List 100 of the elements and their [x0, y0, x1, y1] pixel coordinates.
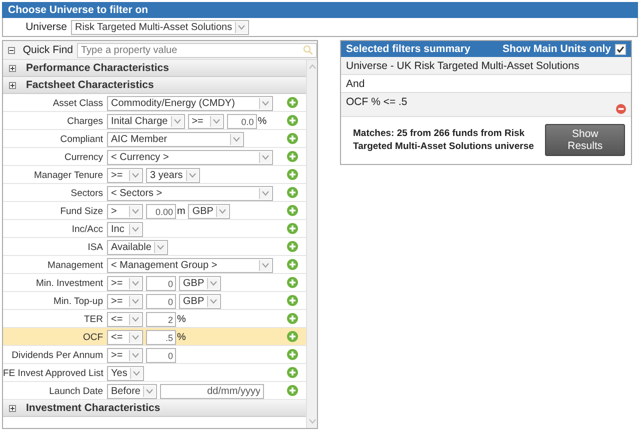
add-filter-icon[interactable]: [287, 385, 298, 396]
number-field[interactable]: .5: [146, 330, 176, 345]
dropdown-caret-icon: [129, 278, 141, 289]
dropdown[interactable]: >=: [107, 294, 143, 309]
scrollbar[interactable]: [306, 60, 317, 428]
dropdown-caret-icon: [235, 22, 248, 32]
filter-label: Fund Size: [59, 205, 104, 218]
quick-find-label: Quick Find: [22, 44, 73, 56]
main-units-label: Show Main Units only: [502, 43, 611, 55]
filter-label: Inc/Acc: [70, 223, 104, 236]
dropdown-caret-icon: [130, 368, 142, 379]
dropdown-caret-icon: [129, 332, 141, 343]
dropdown[interactable]: >: [107, 204, 143, 219]
filter-label: Dividends Per Annum: [10, 349, 104, 362]
collapse-icon[interactable]: [8, 46, 15, 54]
number-field[interactable]: 0: [146, 276, 176, 291]
filter-label: Asset Class: [52, 97, 104, 110]
add-filter-icon[interactable]: [287, 97, 298, 108]
dropdown[interactable]: >=: [107, 348, 143, 363]
dropdown[interactable]: Yes: [107, 366, 144, 381]
dropdown[interactable]: >=: [188, 114, 224, 129]
add-filter-icon[interactable]: [287, 295, 298, 306]
dropdown-caret-icon: [129, 224, 141, 235]
checkbox[interactable]: [615, 44, 626, 54]
remove-filter-icon[interactable]: [616, 104, 626, 114]
dropdown[interactable]: GBP: [179, 276, 222, 291]
dropdown-caret-icon: [186, 170, 198, 181]
show-results-button[interactable]: Show Results: [545, 124, 625, 156]
add-filter-icon[interactable]: [287, 205, 298, 216]
section-header[interactable]: Performance Characteristics: [3, 60, 306, 77]
add-filter-icon[interactable]: [287, 187, 298, 198]
expand-icon[interactable]: [9, 404, 16, 412]
quick-find-field[interactable]: Type a property value: [77, 42, 317, 58]
add-filter-icon[interactable]: [287, 367, 298, 378]
dropdown[interactable]: Before: [107, 384, 158, 399]
unit-label: %: [177, 332, 186, 343]
dropdown-caret-icon: [129, 296, 141, 307]
add-filter-icon[interactable]: [287, 223, 298, 234]
add-filter-icon[interactable]: [287, 241, 298, 252]
dropdown[interactable]: < Sectors >: [107, 186, 273, 201]
filter-summary: OCF % <= .5: [346, 96, 408, 108]
operator-label: And: [346, 78, 365, 90]
add-filter-icon[interactable]: [287, 115, 298, 126]
dropdown-caret-icon: [259, 260, 271, 271]
dropdown[interactable]: AIC Member: [107, 132, 244, 147]
add-filter-icon[interactable]: [287, 349, 298, 360]
dropdown[interactable]: Commodity/Energy (CMDY): [107, 96, 273, 111]
dropdown-caret-icon: [170, 116, 183, 127]
dropdown-caret-icon: [129, 170, 141, 181]
universe-dropdown[interactable]: Risk Targeted Multi-Asset Solutions: [71, 20, 250, 34]
dropdown[interactable]: Inital Charge: [107, 114, 185, 129]
section-header[interactable]: Factsheet Characteristics: [3, 77, 306, 94]
filter-label: Min. Investment: [34, 277, 104, 290]
filter-label: Management: [46, 259, 104, 272]
dropdown[interactable]: GBP: [179, 294, 222, 309]
dropdown[interactable]: <=: [107, 330, 143, 345]
panel-title: Selected filters summary: [346, 43, 470, 55]
dropdown[interactable]: Inc: [107, 222, 143, 237]
dropdown-caret-icon: [259, 188, 271, 199]
add-filter-icon[interactable]: [287, 313, 298, 324]
dropdown-caret-icon: [154, 242, 166, 253]
dropdown-caret-icon: [216, 206, 228, 217]
add-filter-icon[interactable]: [287, 151, 298, 162]
dropdown[interactable]: Available: [107, 240, 168, 255]
add-filter-icon[interactable]: [287, 259, 298, 270]
section-header[interactable]: Investment Characteristics: [3, 400, 306, 417]
dropdown-caret-icon: [259, 152, 271, 163]
dropdown[interactable]: <=: [107, 312, 143, 327]
dropdown[interactable]: < Management Group >: [107, 258, 273, 273]
dropdown[interactable]: GBP: [188, 204, 230, 219]
dropdown-caret-icon: [129, 206, 141, 217]
matches-text: Matches: 25 from 266 funds from Risk Targeted Multi-Asset Solutions universe: [353, 127, 535, 153]
add-filter-icon[interactable]: [287, 133, 298, 144]
dropdown-caret-icon: [210, 116, 222, 127]
number-field[interactable]: 0.00: [146, 204, 176, 219]
number-field[interactable]: 2: [146, 312, 176, 327]
filter-label: Manager Tenure: [32, 169, 104, 182]
add-filter-icon[interactable]: [287, 277, 298, 288]
dropdown[interactable]: >=: [107, 168, 143, 183]
search-icon[interactable]: [303, 44, 313, 54]
add-filter-icon[interactable]: [287, 169, 298, 180]
dropdown[interactable]: >=: [107, 276, 143, 291]
scroll-up-icon[interactable]: [308, 64, 316, 69]
scroll-down-icon[interactable]: [308, 419, 316, 424]
filter-label: Sectors: [70, 187, 104, 200]
expand-icon[interactable]: [9, 64, 16, 72]
filter-label: Min. Top-up: [52, 295, 104, 308]
number-field[interactable]: 0: [146, 294, 176, 309]
add-filter-icon[interactable]: [287, 331, 298, 342]
number-field[interactable]: 0: [146, 348, 176, 363]
dropdown-caret-icon: [207, 296, 220, 307]
filter-label: ISA: [86, 241, 104, 254]
dropdown-caret-icon: [207, 278, 220, 289]
expand-icon[interactable]: [9, 82, 16, 88]
dropdown[interactable]: < Currency >: [107, 150, 273, 165]
date-field[interactable]: dd/mm/yyyy: [160, 384, 264, 399]
dropdown[interactable]: 3 years: [146, 168, 200, 183]
number-field[interactable]: 0.0: [226, 114, 257, 129]
filter-label: TER: [83, 313, 104, 326]
filter-label: Launch Date: [48, 385, 104, 398]
